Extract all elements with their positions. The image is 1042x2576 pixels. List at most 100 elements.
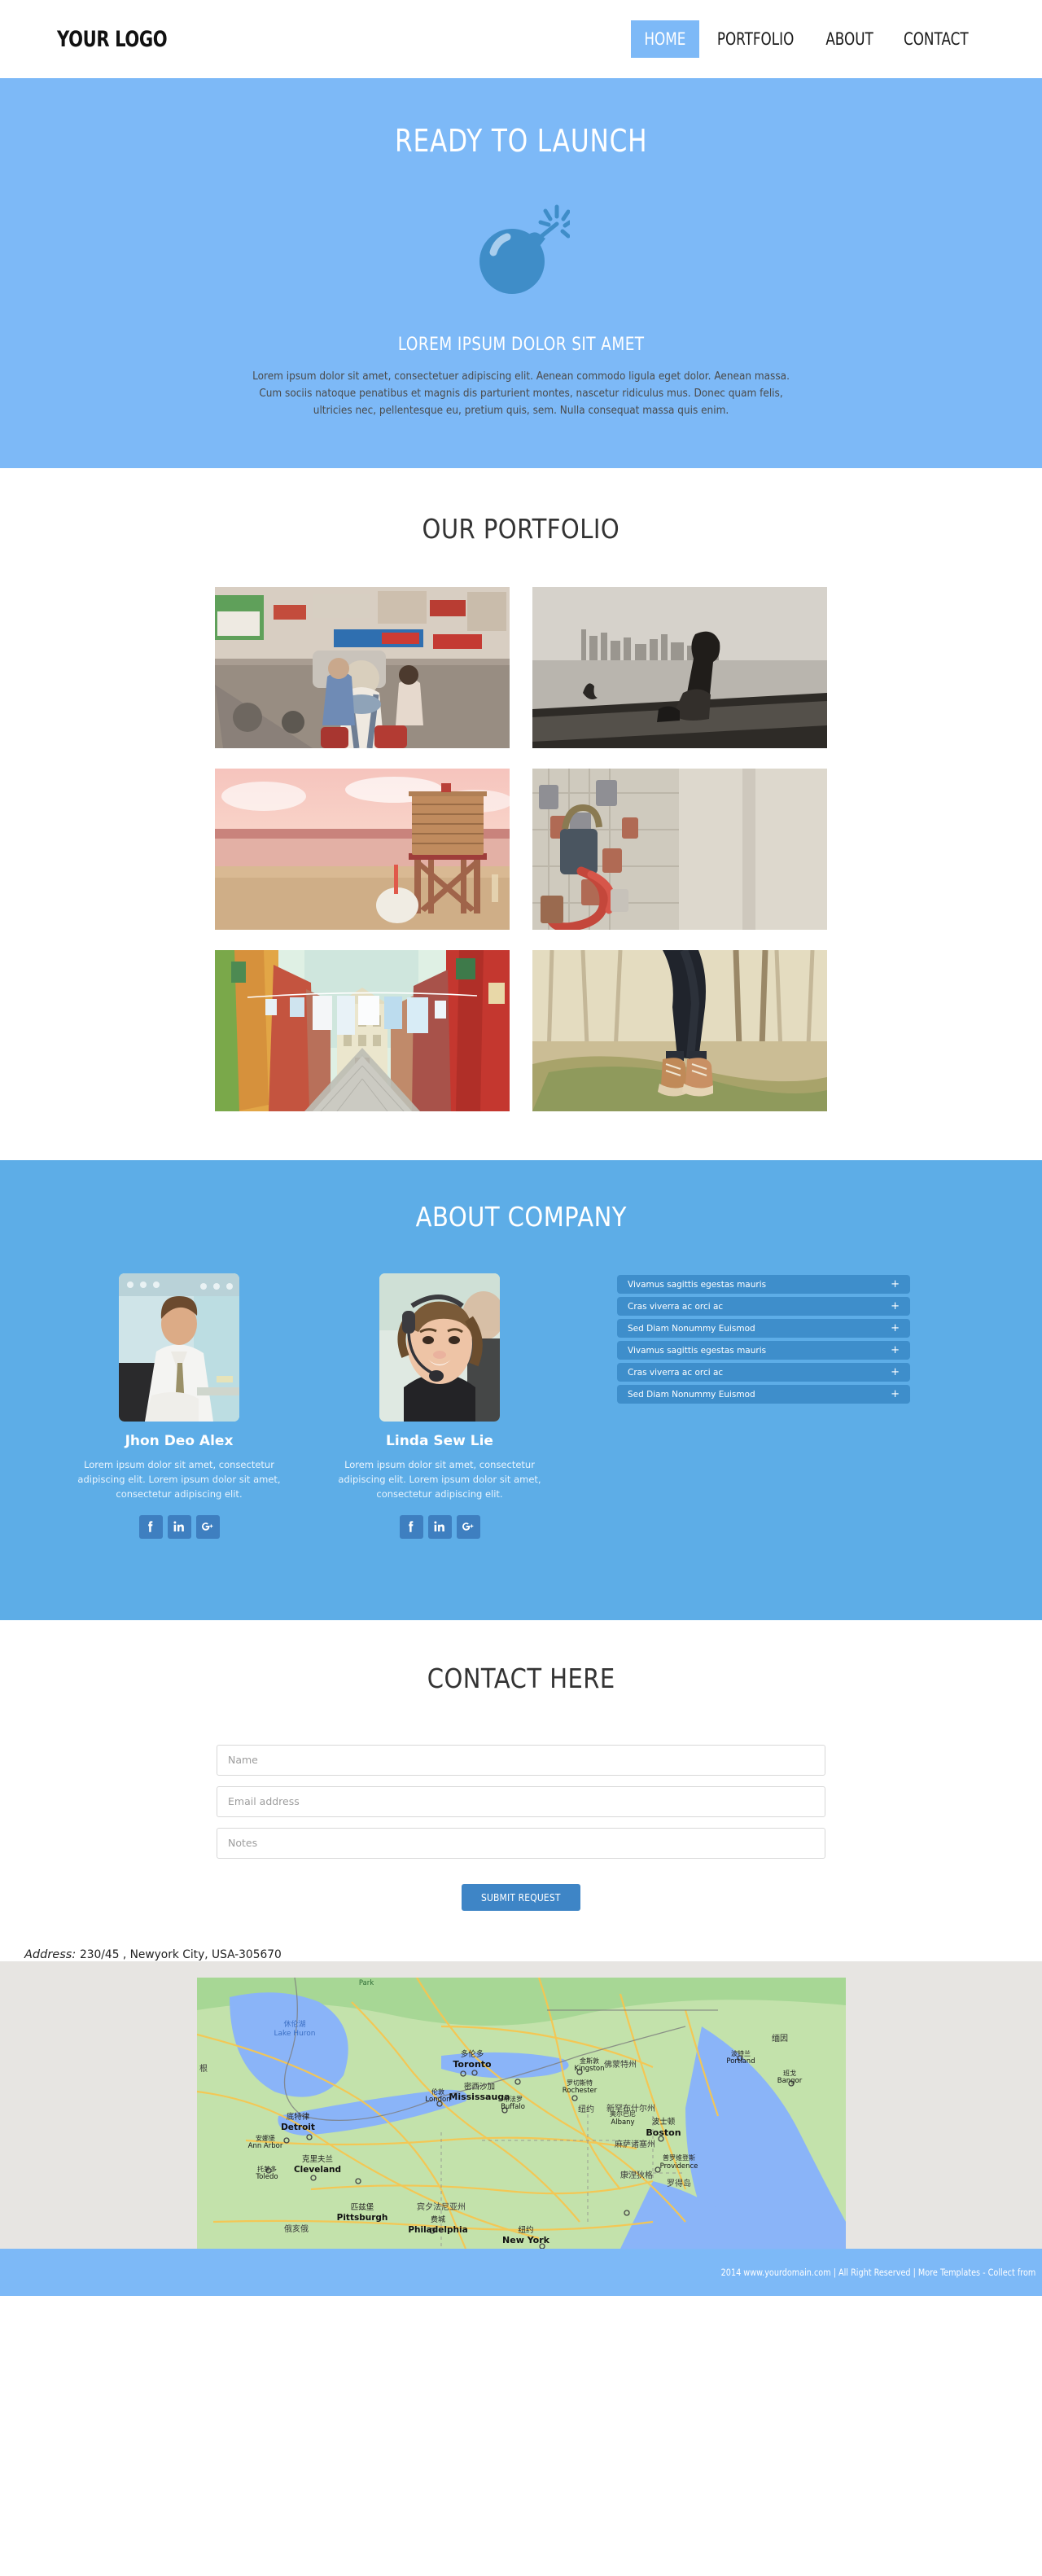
accordion-item-6[interactable]: Sed Diam Nonummy Euismod + [617,1385,910,1404]
svg-text:俄亥俄: 俄亥俄 [284,2223,309,2234]
contact-title: CONTACT HERE [0,1663,1042,1694]
facebook-button[interactable] [399,1514,423,1539]
portfolio-image-city-skyline-silhouette [532,587,827,749]
accordion-item-5[interactable]: Cras viverra ac orci ac + [617,1363,910,1382]
bomb-icon-wrapper [0,198,1042,304]
accordion-item-3[interactable]: Sed Diam Nonummy Euismod + [617,1319,910,1338]
address-value: 230/45 , Newyork City, USA-305670 [79,1947,282,1961]
submit-request-button[interactable]: SUBMIT REQUEST [462,1883,580,1911]
svg-text:新罕布什尔州: 新罕布什尔州 [606,2103,655,2114]
accordion-item-4-label: Vivamus sagittis egestas mauris [628,1345,767,1356]
portfolio-title: OUR PORTFOLIO [0,513,1042,545]
about-title-text: ABOUT COMPANY [415,1201,627,1233]
accordion-item-6-label: Sed Diam Nonummy Euismod [628,1389,755,1400]
email-input[interactable] [217,1785,825,1817]
team-member-1-socials [63,1514,295,1539]
svg-text:Providence: Providence [659,2162,698,2171]
svg-text:布法罗: 布法罗 [503,2095,523,2103]
svg-text:托莱多: 托莱多 [257,2165,277,2173]
svg-text:Toronto: Toronto [453,2059,492,2070]
plus-icon: + [891,1388,900,1401]
notes-input[interactable] [217,1827,825,1859]
nav-item-contact[interactable]: CONTACT [887,20,985,58]
nav-item-portfolio[interactable]: PORTFOLIO [699,20,812,58]
contact-form: SUBMIT REQUEST [217,1744,825,1911]
accordion-item-4[interactable]: Vivamus sagittis egestas mauris + [617,1341,910,1360]
portfolio-item-2[interactable] [532,587,827,749]
portfolio-image-street-market [215,587,510,749]
svg-text:安娜堡: 安娜堡 [256,2134,275,2142]
svg-text:纽约: 纽约 [578,2104,594,2114]
svg-text:罗得岛: 罗得岛 [667,2178,691,2188]
map-band: 休伦湖 Lake Huron 多伦多 Toronto 密西沙加 Mississa… [0,1960,1042,2249]
portfolio-item-4[interactable] [532,769,827,931]
plus-icon: + [891,1278,900,1291]
contact-section: CONTACT HERE SUBMIT REQUEST Address: 230… [0,1619,1042,1961]
svg-text:Lake Huron: Lake Huron [274,2030,315,2038]
team-member-2-name: Linda Sew Lie [386,1433,493,1450]
svg-text:匹兹堡: 匹兹堡 [350,2202,374,2212]
google-plus-icon [462,1522,474,1531]
hero-title: READY TO LAUNCH [0,123,1042,159]
portfolio-item-1[interactable] [215,587,510,749]
svg-text:克里夫兰: 克里夫兰 [301,2154,332,2164]
site-footer: 2014 www.yourdomain.com | All Right Rese… [0,2248,1042,2296]
hero-paragraph-text: Lorem ipsum dolor sit amet, consectetuer… [252,370,790,418]
portfolio-image-love-padlocks [532,769,827,931]
team-member-2-bio: Lorem ipsum dolor sit amet, consectetur … [338,1459,541,1500]
portfolio-item-6[interactable] [532,950,827,1112]
accordion-item-2-label: Cras viverra ac orci ac [628,1301,724,1312]
svg-text:London: London [425,2096,450,2104]
svg-text:Cleveland: Cleveland [293,2165,340,2175]
svg-text:Portland: Portland [726,2057,755,2066]
svg-text:缅因: 缅因 [772,2033,788,2044]
team-member-1-name: Jhon Deo Alex [125,1433,234,1450]
accordion-item-1[interactable]: Vivamus sagittis egestas mauris + [617,1275,910,1295]
portfolio-item-5[interactable] [215,950,510,1112]
submit-wrapper: SUBMIT REQUEST [217,1883,825,1911]
team-member-2-socials [324,1514,555,1539]
map-canvas: 休伦湖 Lake Huron 多伦多 Toronto 密西沙加 Mississa… [196,1977,846,2249]
name-input[interactable] [217,1744,825,1776]
accordion-item-1-label: Vivamus sagittis egestas mauris [628,1279,767,1290]
svg-text:Rochester: Rochester [562,2087,597,2095]
nav-item-about[interactable]: ABOUT [812,20,887,58]
svg-text:Detroit: Detroit [281,2123,315,2132]
about-section: ABOUT COMPANY Jhon Deo Alex Lorem ipsum … [0,1160,1042,1620]
svg-text:Kingston: Kingston [574,2065,604,2073]
portfolio-grid [57,587,985,1112]
submit-request-label: SUBMIT REQUEST [481,1890,561,1904]
footer-copyright: 2014 www.yourdomain.com | All Right Rese… [661,2267,1035,2278]
google-plus-button[interactable] [456,1514,480,1539]
hero-subtitle: LOREM IPSUM DOLOR SIT AMET [0,335,1042,355]
accordion-item-2[interactable]: Cras viverra ac orci ac + [617,1297,910,1316]
facebook-button[interactable] [138,1514,163,1539]
svg-text:Philadelphia: Philadelphia [408,2225,467,2235]
svg-text:康涅狄格: 康涅狄格 [620,2170,653,2180]
site-logo[interactable]: YOUR LOGO [57,27,168,52]
portfolio-image-boots-on-log [532,950,827,1112]
nav-item-portfolio-label: PORTFOLIO [716,29,795,49]
support-agent-photo [379,1273,500,1422]
svg-text:佛蒙特州: 佛蒙特州 [604,2059,637,2070]
nav-item-home[interactable]: HOME [631,20,700,58]
contact-title-text: CONTACT HERE [427,1662,615,1694]
hero-section: READY TO LAUNCH LOREM IPSUM DOLOR SIT AM… [0,78,1042,469]
linkedin-button[interactable] [427,1514,452,1539]
svg-text:Ann Arbor: Ann Arbor [247,2142,282,2150]
hero-subtitle-text: LOREM IPSUM DOLOR SIT AMET [397,335,645,355]
svg-text:多伦多: 多伦多 [460,2049,484,2059]
google-plus-button[interactable] [195,1514,220,1539]
svg-text:波特兰: 波特兰 [731,2049,751,2057]
linkedin-button[interactable] [167,1514,191,1539]
address-line: Address: 230/45 , Newyork City, USA-3056… [24,1948,1042,1961]
site-header: YOUR LOGO HOME PORTFOLIO ABOUT CONTACT [0,0,1042,78]
plus-icon: + [891,1366,900,1379]
svg-text:Toledo: Toledo [255,2173,278,2181]
map-embed[interactable]: 休伦湖 Lake Huron 多伦多 Toronto 密西沙加 Mississa… [196,1977,846,2249]
svg-text:普罗维登斯: 普罗维登斯 [663,2153,695,2162]
address-label: Address: [24,1947,77,1961]
svg-text:Pittsburgh: Pittsburgh [336,2213,387,2223]
plus-icon: + [891,1322,900,1335]
portfolio-item-3[interactable] [215,769,510,931]
